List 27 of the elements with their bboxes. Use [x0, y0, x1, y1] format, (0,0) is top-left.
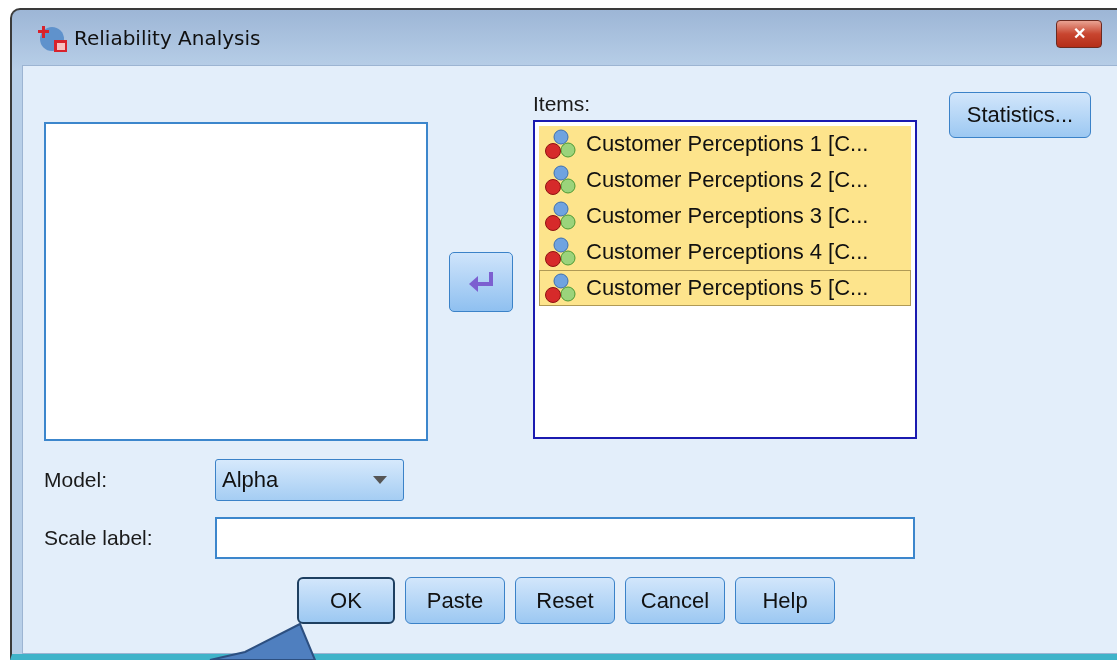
variable-icon — [544, 273, 578, 303]
window-title: Reliability Analysis — [74, 25, 262, 50]
variable-item[interactable]: Customer Perceptions 5 [C... — [539, 270, 911, 306]
scale-label: Scale label: — [44, 526, 154, 550]
dialog-button[interactable]: OK — [297, 577, 395, 624]
variable-icon — [544, 129, 578, 159]
variable-icon — [544, 237, 578, 267]
items-list[interactable]: Customer Perceptions 1 [C... Customer Perceptions 2 [C... Customer Perceptions 3 [C... Customer Perceptions 4 [C... Customer Perceptions 5 [C... — [533, 120, 917, 439]
caret-icon — [373, 476, 387, 484]
dialog-button[interactable]: Paste — [405, 577, 505, 624]
dialog-button[interactable]: Cancel — [625, 577, 725, 624]
scale-label-field[interactable] — [215, 517, 915, 559]
items-label: Items: — [533, 92, 592, 116]
variable-list[interactable] — [44, 122, 428, 441]
variable-icon — [544, 165, 578, 195]
variable-icon — [544, 201, 578, 231]
move-button[interactable] — [448, 251, 513, 312]
variable-item[interactable]: Customer Perceptions 1 [C... — [539, 126, 911, 162]
dialog-button[interactable]: Help — [735, 577, 835, 624]
variable-item[interactable]: Customer Perceptions 3 [C... — [539, 198, 911, 234]
variable-item[interactable]: Customer Perceptions 4 [C... — [539, 234, 911, 270]
dialog-button[interactable]: Reset — [515, 577, 615, 624]
model-label: Model: — [44, 468, 109, 492]
statistics-button[interactable]: Statistics... — [949, 92, 1091, 138]
close-button[interactable]: ✕ — [1056, 19, 1102, 48]
model-dropdown[interactable]: Alpha — [215, 459, 404, 501]
variable-item[interactable]: Customer Perceptions 2 [C... — [539, 162, 911, 198]
